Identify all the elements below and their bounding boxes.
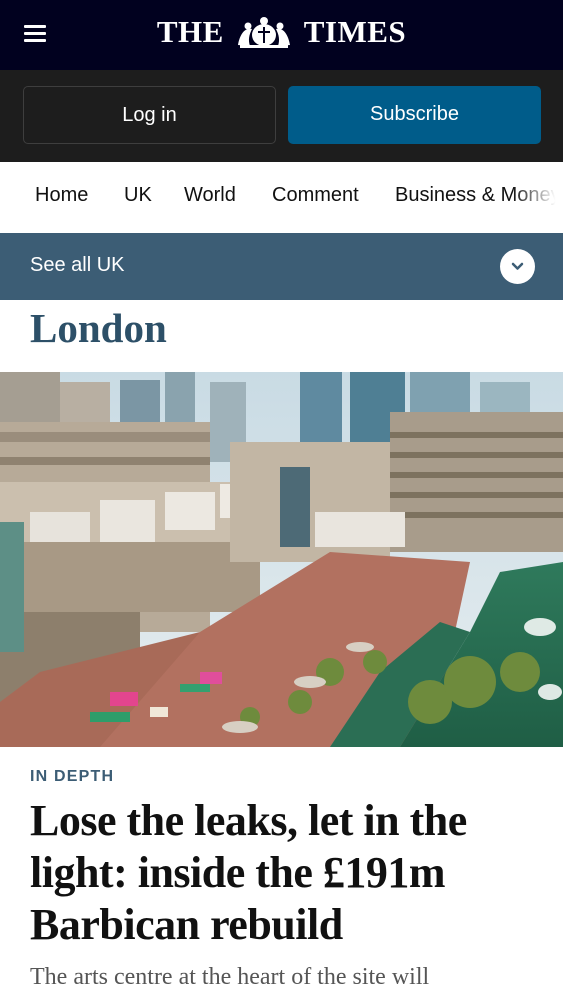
site-logo[interactable]: THE TIMES <box>0 14 563 50</box>
nav-item-world[interactable]: World <box>184 184 236 207</box>
see-all-uk-bar[interactable]: See all UK <box>0 233 563 300</box>
login-button[interactable]: Log in <box>23 86 276 144</box>
section-nav: Home UK World Comment Business & Money <box>0 162 563 233</box>
chevron-down-icon[interactable] <box>500 249 535 284</box>
nav-scroll-fade <box>513 162 563 233</box>
see-all-label: See all UK <box>30 254 125 276</box>
section-title: London <box>30 305 167 351</box>
nav-item-comment[interactable]: Comment <box>272 184 359 207</box>
top-bar: THE TIMES <box>0 0 563 70</box>
subscribe-button[interactable]: Subscribe <box>288 86 541 144</box>
article-standfirst: The arts centre at the heart of the site… <box>30 964 430 990</box>
nav-item-home[interactable]: Home <box>35 184 88 207</box>
article-headline[interactable]: Lose the leaks, let in the light: inside… <box>30 795 540 951</box>
article-hero-image[interactable] <box>0 372 563 747</box>
article-kicker: IN DEPTH <box>30 768 115 785</box>
nav-item-uk[interactable]: UK <box>124 184 152 207</box>
logo-text-right: TIMES <box>303 14 407 49</box>
royal-crest-icon <box>238 16 291 48</box>
auth-bar: Log in Subscribe <box>0 70 563 162</box>
logo-text-left: THE <box>156 14 224 49</box>
